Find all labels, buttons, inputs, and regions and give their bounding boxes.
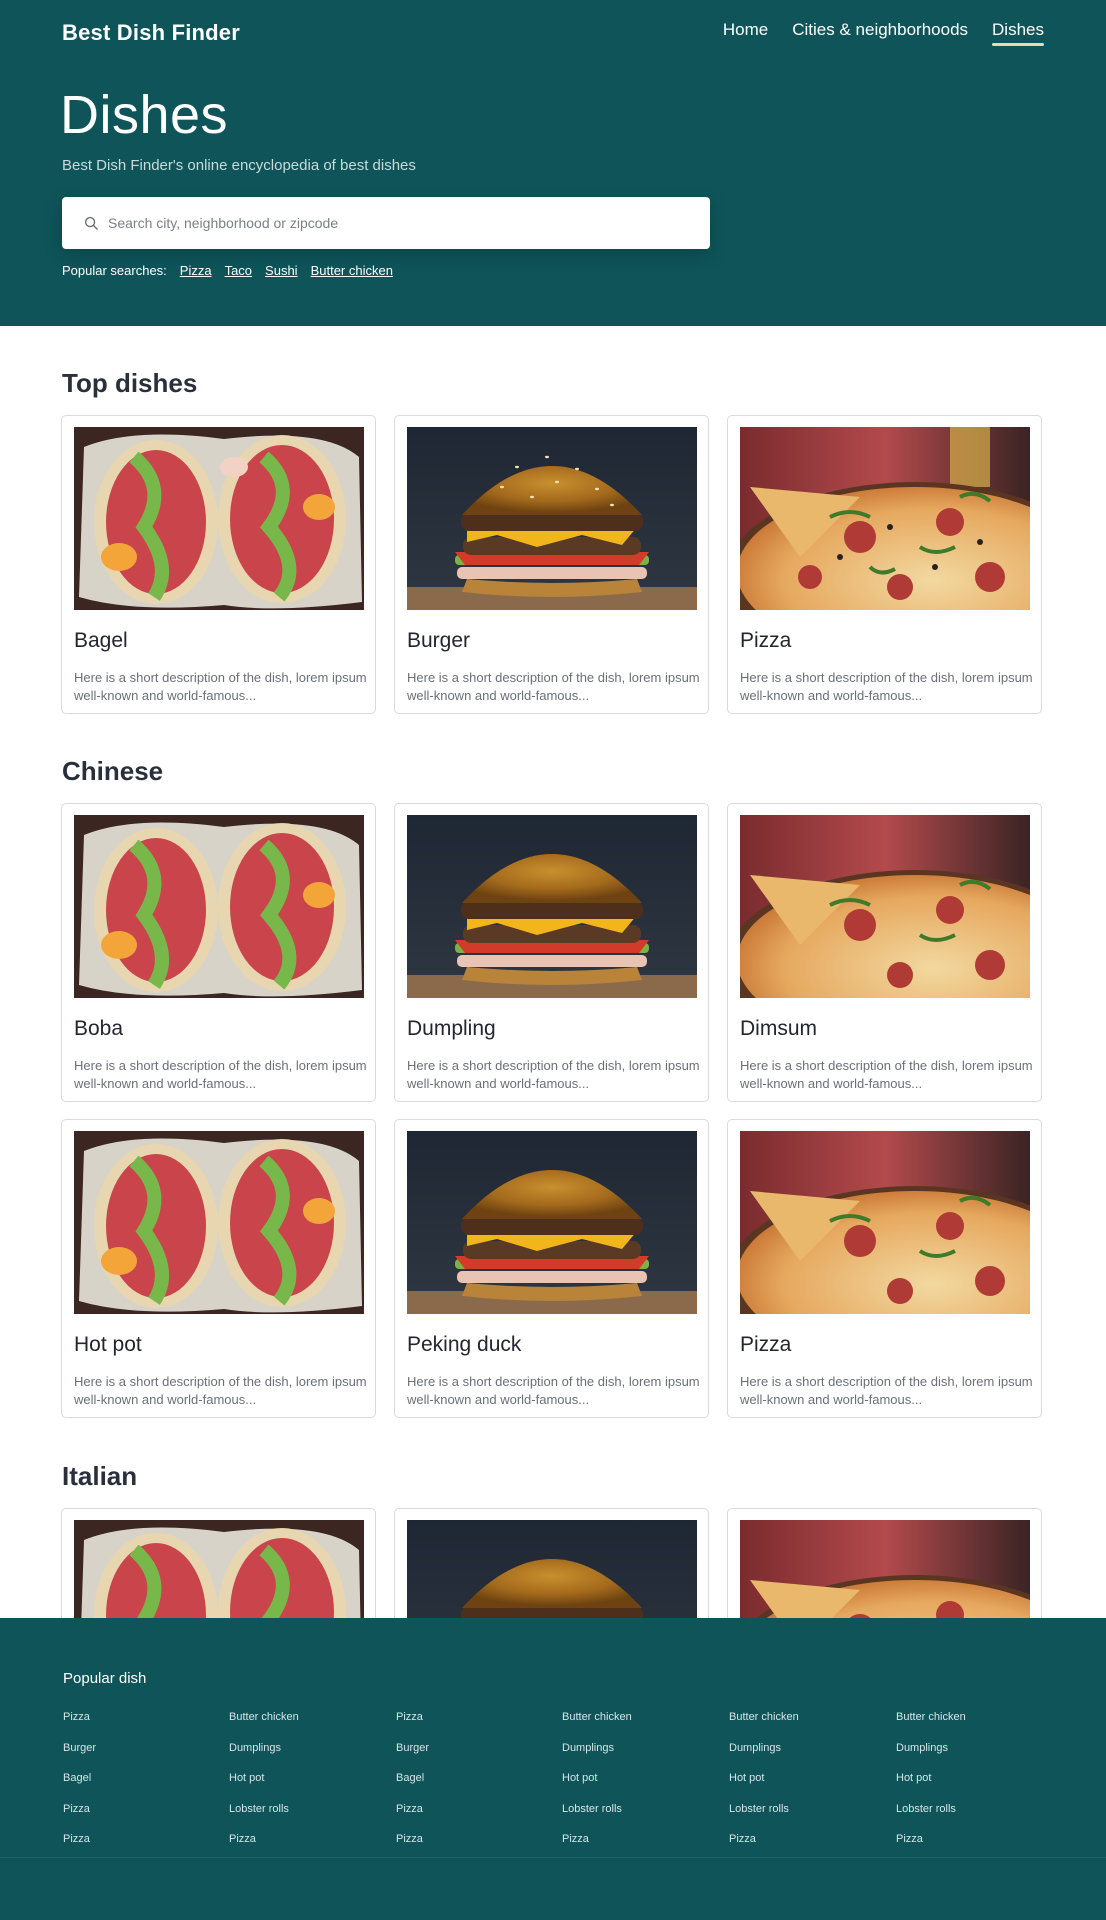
footer-link[interactable]: Burger [396,1741,429,1772]
footer-link[interactable]: Pizza [63,1832,96,1863]
dish-description: Here is a short description of the dish,… [407,1374,700,1407]
footer-link[interactable]: Pizza [63,1710,96,1741]
nav-home[interactable]: Home [723,20,768,46]
dish-card-hot-pot[interactable]: Hot pot Here is a short description of t… [61,1119,376,1418]
dish-image-burger [407,427,697,610]
popular-searches: Popular searches: Pizza Taco Sushi Butte… [62,263,393,278]
search-bar[interactable] [62,197,710,249]
dish-card-burger[interactable]: Burger Here is a short description of th… [394,415,709,714]
footer-link[interactable]: Lobster rolls [896,1802,966,1833]
footer-column: Pizza Burger Bagel Pizza Pizza [396,1710,429,1863]
footer-column: Butter chicken Dumplings Hot pot Lobster… [562,1710,632,1863]
footer-link[interactable]: Pizza [63,1802,96,1833]
dish-description: Here is a short description of the dish,… [407,1058,700,1091]
dish-image-bagel [74,427,364,610]
footer-link[interactable]: Pizza [729,1832,799,1863]
dish-description: Here is a short description of the dish,… [740,1374,1033,1407]
footer-link[interactable]: Lobster rolls [229,1802,299,1833]
footer-link[interactable]: Hot pot [229,1771,299,1802]
dish-card-boba[interactable]: Boba Here is a short description of the … [61,803,376,1102]
dish-title: Burger [407,629,471,652]
dish-image-peking-duck [407,1131,697,1314]
popular-search-link[interactable]: Taco [225,263,252,278]
footer-link[interactable]: Butter chicken [896,1710,966,1741]
footer-link[interactable]: Pizza [396,1832,429,1863]
page-subtitle: Best Dish Finder's online encyclopedia o… [62,157,416,174]
footer-link[interactable]: Pizza [896,1832,966,1863]
hero-header: Best Dish Finder Home Cities & neighborh… [0,0,1106,326]
footer-link[interactable]: Lobster rolls [729,1802,799,1833]
dish-description: Here is a short description of the dish,… [74,670,367,703]
dish-description: Here is a short description of the dish,… [740,670,1033,703]
footer-link[interactable]: Dumplings [229,1741,299,1772]
dish-description: Here is a short description of the dish,… [407,670,700,703]
footer-link[interactable]: Lobster rolls [562,1802,632,1833]
footer-link[interactable]: Butter chicken [729,1710,799,1741]
dish-image-hot-pot [74,1131,364,1314]
dish-card-pizza[interactable]: Pizza Here is a short description of the… [727,415,1042,714]
section-title-chinese: Chinese [62,756,164,786]
footer-column: Pizza Burger Bagel Pizza Pizza [63,1710,96,1863]
dish-title: Dimsum [740,1017,817,1040]
footer-link[interactable]: Pizza [396,1802,429,1833]
footer-column: Butter chicken Dumplings Hot pot Lobster… [729,1710,799,1863]
footer-divider [0,1857,1106,1858]
footer-link[interactable]: Pizza [396,1710,429,1741]
dish-description: Here is a short description of the dish,… [740,1058,1033,1091]
footer-link[interactable]: Dumplings [729,1741,799,1772]
dish-title: Pizza [740,629,792,652]
dish-card-dumpling[interactable]: Dumpling Here is a short description of … [394,803,709,1102]
dish-card-pizza-2[interactable]: Pizza Here is a short description of the… [727,1119,1042,1418]
section-title-top-dishes: Top dishes [62,368,198,398]
dish-card-peking-duck[interactable]: Peking duck Here is a short description … [394,1119,709,1418]
nav-cities-neighborhoods[interactable]: Cities & neighborhoods [792,20,968,46]
footer-link[interactable]: Burger [63,1741,96,1772]
footer-link[interactable]: Hot pot [896,1771,966,1802]
footer-link[interactable]: Hot pot [729,1771,799,1802]
dish-title: Bagel [74,629,128,652]
page-title: Dishes [60,85,229,145]
popular-search-link[interactable]: Butter chicken [311,263,393,278]
site-footer: Popular dish Pizza Burger Bagel Pizza Pi… [0,1618,1106,1920]
popular-search-link[interactable]: Sushi [265,263,298,278]
dish-title: Pizza [740,1333,792,1356]
dish-description: Here is a short description of the dish,… [74,1058,367,1091]
footer-link[interactable]: Butter chicken [562,1710,632,1741]
footer-link[interactable]: Hot pot [562,1771,632,1802]
dish-title: Hot pot [74,1333,142,1356]
dish-image-boba [74,815,364,998]
dish-title: Peking duck [407,1333,522,1356]
footer-link[interactable]: Dumplings [562,1741,632,1772]
dish-card-bagel[interactable]: Bagel Here is a short description of the… [61,415,376,714]
dish-description: Here is a short description of the dish,… [74,1374,367,1407]
footer-column: Butter chicken Dumplings Hot pot Lobster… [896,1710,966,1863]
search-input[interactable] [108,215,668,231]
dish-image-dumpling [407,815,697,998]
footer-link[interactable]: Dumplings [896,1741,966,1772]
popular-search-link[interactable]: Pizza [180,263,212,278]
nav-dishes[interactable]: Dishes [992,20,1044,46]
dish-title: Dumpling [407,1017,496,1040]
footer-column: Butter chicken Dumplings Hot pot Lobster… [229,1710,299,1863]
popular-searches-label: Popular searches: [62,263,167,278]
footer-link[interactable]: Bagel [63,1771,96,1802]
dish-image-pizza [740,427,1030,610]
dish-image-pizza [740,1131,1030,1314]
footer-heading: Popular dish [63,1670,147,1687]
footer-link[interactable]: Pizza [229,1832,299,1863]
brand-logo[interactable]: Best Dish Finder [62,20,240,46]
footer-link[interactable]: Pizza [562,1832,632,1863]
section-title-italian: Italian [62,1461,138,1491]
main-nav: Home Cities & neighborhoods Dishes [723,20,1044,46]
dish-title: Boba [74,1017,124,1040]
search-icon [84,216,99,231]
dish-image-dimsum [740,815,1030,998]
dish-card-dimsum[interactable]: Dimsum Here is a short description of th… [727,803,1042,1102]
footer-link[interactable]: Bagel [396,1771,429,1802]
footer-link[interactable]: Butter chicken [229,1710,299,1741]
